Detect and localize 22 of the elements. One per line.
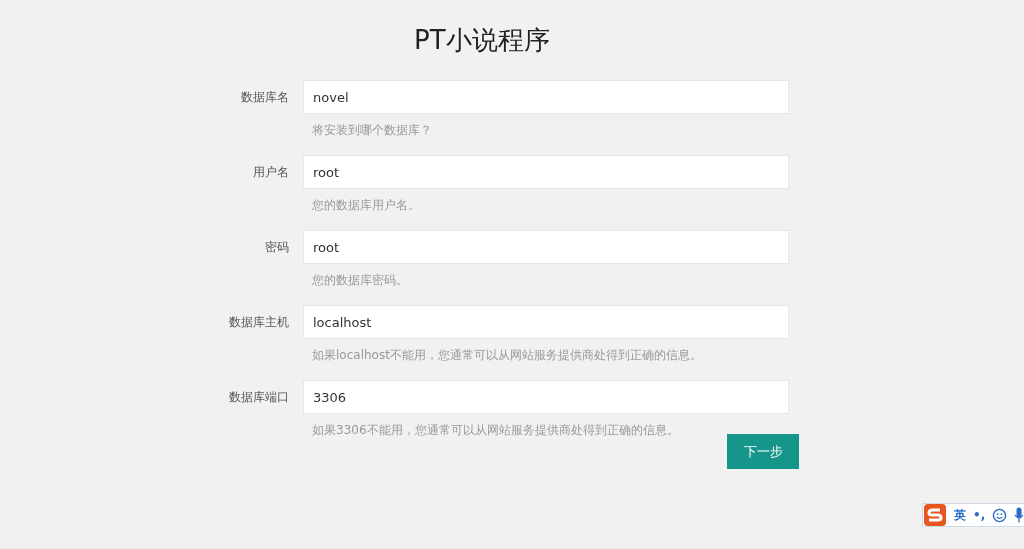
field-hint: 如果3306不能用，您通常可以从网站服务提供商处得到正确的信息。: [311, 422, 680, 438]
ime-mode[interactable]: 英: [954, 506, 966, 524]
field-label: 数据库主机: [228, 313, 289, 331]
field-hint: 将安装到哪个数据库？: [311, 122, 433, 138]
field-hint: 如果localhost不能用，您通常可以从网站服务提供商处得到正确的信息。: [311, 347, 703, 363]
input-field[interactable]: 3306: [303, 380, 789, 414]
input-field[interactable]: novel: [303, 80, 789, 114]
smiley-icon[interactable]: [992, 507, 1008, 523]
next-button[interactable]: 下一步: [727, 434, 799, 469]
input-field[interactable]: root: [303, 155, 789, 189]
input-field[interactable]: root: [303, 230, 789, 264]
ime-punctuation[interactable]: •,: [973, 508, 986, 522]
field-label: 密码: [264, 238, 289, 256]
field-hint: 您的数据库用户名。: [311, 197, 421, 213]
field-label: 数据库名: [240, 88, 289, 106]
field-label: 用户名: [252, 163, 289, 181]
ime-logo-icon[interactable]: [923, 503, 947, 527]
field-hint: 您的数据库密码。: [311, 272, 409, 288]
page-title: PT小说程序: [414, 24, 550, 57]
field-label: 数据库端口: [228, 388, 289, 406]
input-field[interactable]: localhost: [303, 305, 789, 339]
microphone-icon[interactable]: [1014, 507, 1024, 523]
